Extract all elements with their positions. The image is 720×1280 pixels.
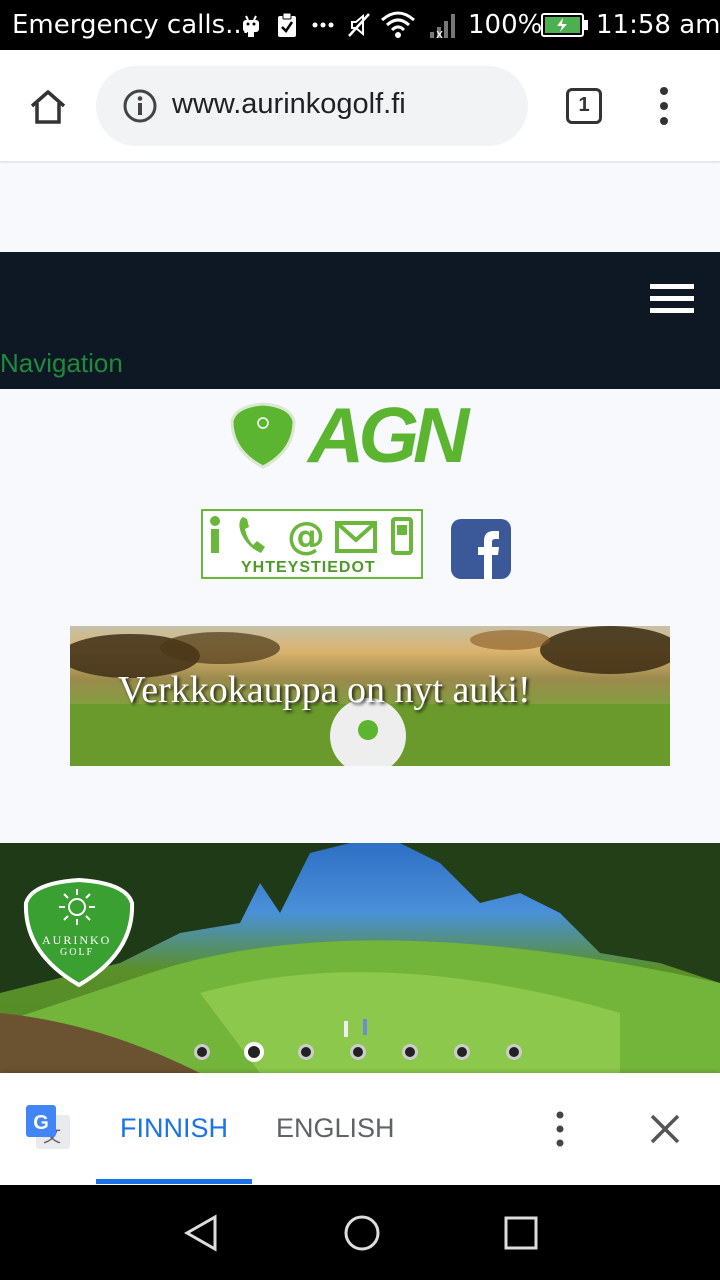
more-notifications-icon (312, 22, 334, 28)
back-icon[interactable] (183, 1214, 219, 1252)
facebook-icon (478, 531, 499, 579)
browser-toolbar: www.aurinkogolf.fi 1 (0, 50, 720, 162)
close-icon[interactable] (650, 1114, 680, 1144)
hero-slider[interactable]: AURINKO GOLF (0, 843, 720, 1073)
tab-count: 1 (578, 94, 590, 116)
clock: 11:58 am (596, 10, 720, 40)
slider-dot[interactable] (350, 1044, 366, 1060)
slider-dot[interactable] (298, 1044, 314, 1060)
android-icon (243, 15, 259, 37)
signal-icon: x (430, 14, 455, 40)
info-icon[interactable] (122, 88, 158, 124)
navigation-label[interactable]: Navigation (0, 348, 123, 379)
aurinko-golf-hero-badge: AURINKO GOLF (22, 877, 136, 987)
webshop-banner[interactable]: Verkkokauppa on nyt auki! (70, 626, 670, 766)
contact-label: YHTEYSTIEDOT (241, 559, 376, 576)
tab-english[interactable]: ENGLISH (276, 1113, 395, 1144)
battery-percent: 100% (468, 10, 543, 40)
slider-dot[interactable] (194, 1044, 210, 1060)
banner-text: Verkkokauppa on nyt auki! (118, 669, 531, 711)
svg-text:G: G (33, 1112, 49, 1134)
translate-bar: 文 G FINNISH ENGLISH (0, 1073, 720, 1185)
hamburger-menu-icon[interactable] (650, 282, 694, 316)
agn-logo-text: AGN (308, 391, 469, 479)
notification-text: Emergency calls... (12, 10, 250, 40)
menu-dots-icon[interactable] (654, 86, 674, 126)
wifi-icon (381, 11, 415, 38)
translate-options-icon[interactable] (550, 1111, 570, 1147)
clipboard-check-icon (278, 12, 296, 37)
google-translate-icon[interactable]: 文 G (26, 1105, 72, 1151)
battery-icon (541, 13, 588, 37)
agn-logo[interactable]: AGN (308, 395, 478, 475)
slider-dot[interactable] (402, 1044, 418, 1060)
status-bar: Emergency calls... x 100% 11:58 am (0, 0, 720, 50)
sun-emblem-icon (23, 877, 135, 987)
home-icon[interactable] (28, 87, 68, 127)
web-page: Navigation AGN @ YHTEYSTIEDOT Verkkokaup… (0, 163, 720, 1073)
address-bar[interactable]: www.aurinkogolf.fi (96, 66, 528, 146)
recents-icon[interactable] (504, 1216, 538, 1250)
contact-info-button[interactable]: @ YHTEYSTIEDOT (201, 509, 423, 579)
aurinko-golf-badge-logo[interactable] (228, 401, 298, 471)
contact-icons: @ (210, 514, 413, 557)
mute-icon (348, 13, 370, 37)
slider-dots (192, 1040, 532, 1064)
home-nav-icon[interactable] (343, 1214, 381, 1252)
svg-text:x: x (436, 27, 443, 40)
slider-dot-active[interactable] (244, 1042, 264, 1062)
hero-badge-line1: AURINKO (42, 933, 112, 947)
tab-finnish[interactable]: FINNISH (120, 1113, 228, 1144)
svg-text:@: @ (287, 514, 325, 557)
slider-dot[interactable] (506, 1044, 522, 1060)
system-navigation-bar (0, 1185, 720, 1280)
facebook-link[interactable] (451, 519, 511, 579)
hero-badge-line2: GOLF (60, 947, 95, 958)
tab-finnish-indicator (96, 1179, 252, 1184)
url-text[interactable]: www.aurinkogolf.fi (172, 88, 406, 121)
tab-switcher-button[interactable]: 1 (566, 88, 602, 124)
slider-dot[interactable] (454, 1044, 470, 1060)
